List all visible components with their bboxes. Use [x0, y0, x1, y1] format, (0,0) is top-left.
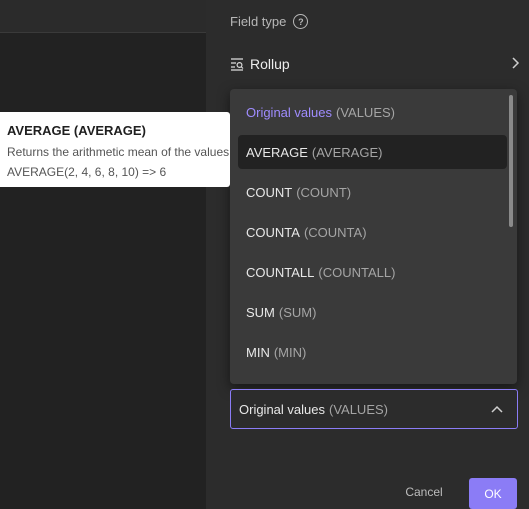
- option-count[interactable]: COUNT (COUNT): [238, 175, 507, 209]
- rollup-function-select[interactable]: Original values (VALUES): [230, 389, 518, 429]
- option-sum[interactable]: SUM (SUM): [238, 295, 507, 329]
- chevron-right-icon: [512, 57, 520, 69]
- rollup-icon: [231, 58, 244, 71]
- option-min[interactable]: MIN (MIN): [238, 335, 507, 369]
- field-type-label: Field type: [230, 14, 287, 29]
- select-value-name: Original values: [239, 401, 325, 417]
- dropdown-scrollbar[interactable]: [509, 95, 513, 227]
- option-values[interactable]: Original values (VALUES): [238, 95, 507, 129]
- option-counta[interactable]: COUNTA (COUNTA): [238, 215, 507, 249]
- tooltip-title: AVERAGE (AVERAGE): [7, 123, 146, 138]
- field-type-selector[interactable]: Rollup: [230, 52, 520, 76]
- tooltip-example: AVERAGE(2, 4, 6, 8, 10) => 6: [7, 165, 167, 179]
- option-average[interactable]: AVERAGE (AVERAGE): [238, 135, 507, 169]
- cancel-button[interactable]: Cancel: [395, 478, 453, 506]
- tooltip-description: Returns the arithmetic mean of the value…: [7, 145, 230, 159]
- grid-canvas: [0, 33, 206, 509]
- option-countall[interactable]: COUNTALL (COUNTALL): [238, 255, 507, 289]
- field-type-header: Field type ?: [230, 14, 309, 29]
- rollup-function-dropdown[interactable]: Original values (VALUES) AVERAGE (AVERAGE)…: [230, 89, 517, 384]
- help-icon[interactable]: ?: [293, 14, 309, 29]
- ok-button[interactable]: OK: [469, 478, 517, 509]
- field-type-value: Rollup: [250, 56, 290, 72]
- function-tooltip: AVERAGE (AVERAGE) Returns the arithmetic…: [0, 112, 230, 187]
- chevron-up-icon: [491, 405, 503, 413]
- left-header-strip: [0, 0, 206, 33]
- select-value-code: (VALUES): [329, 401, 388, 417]
